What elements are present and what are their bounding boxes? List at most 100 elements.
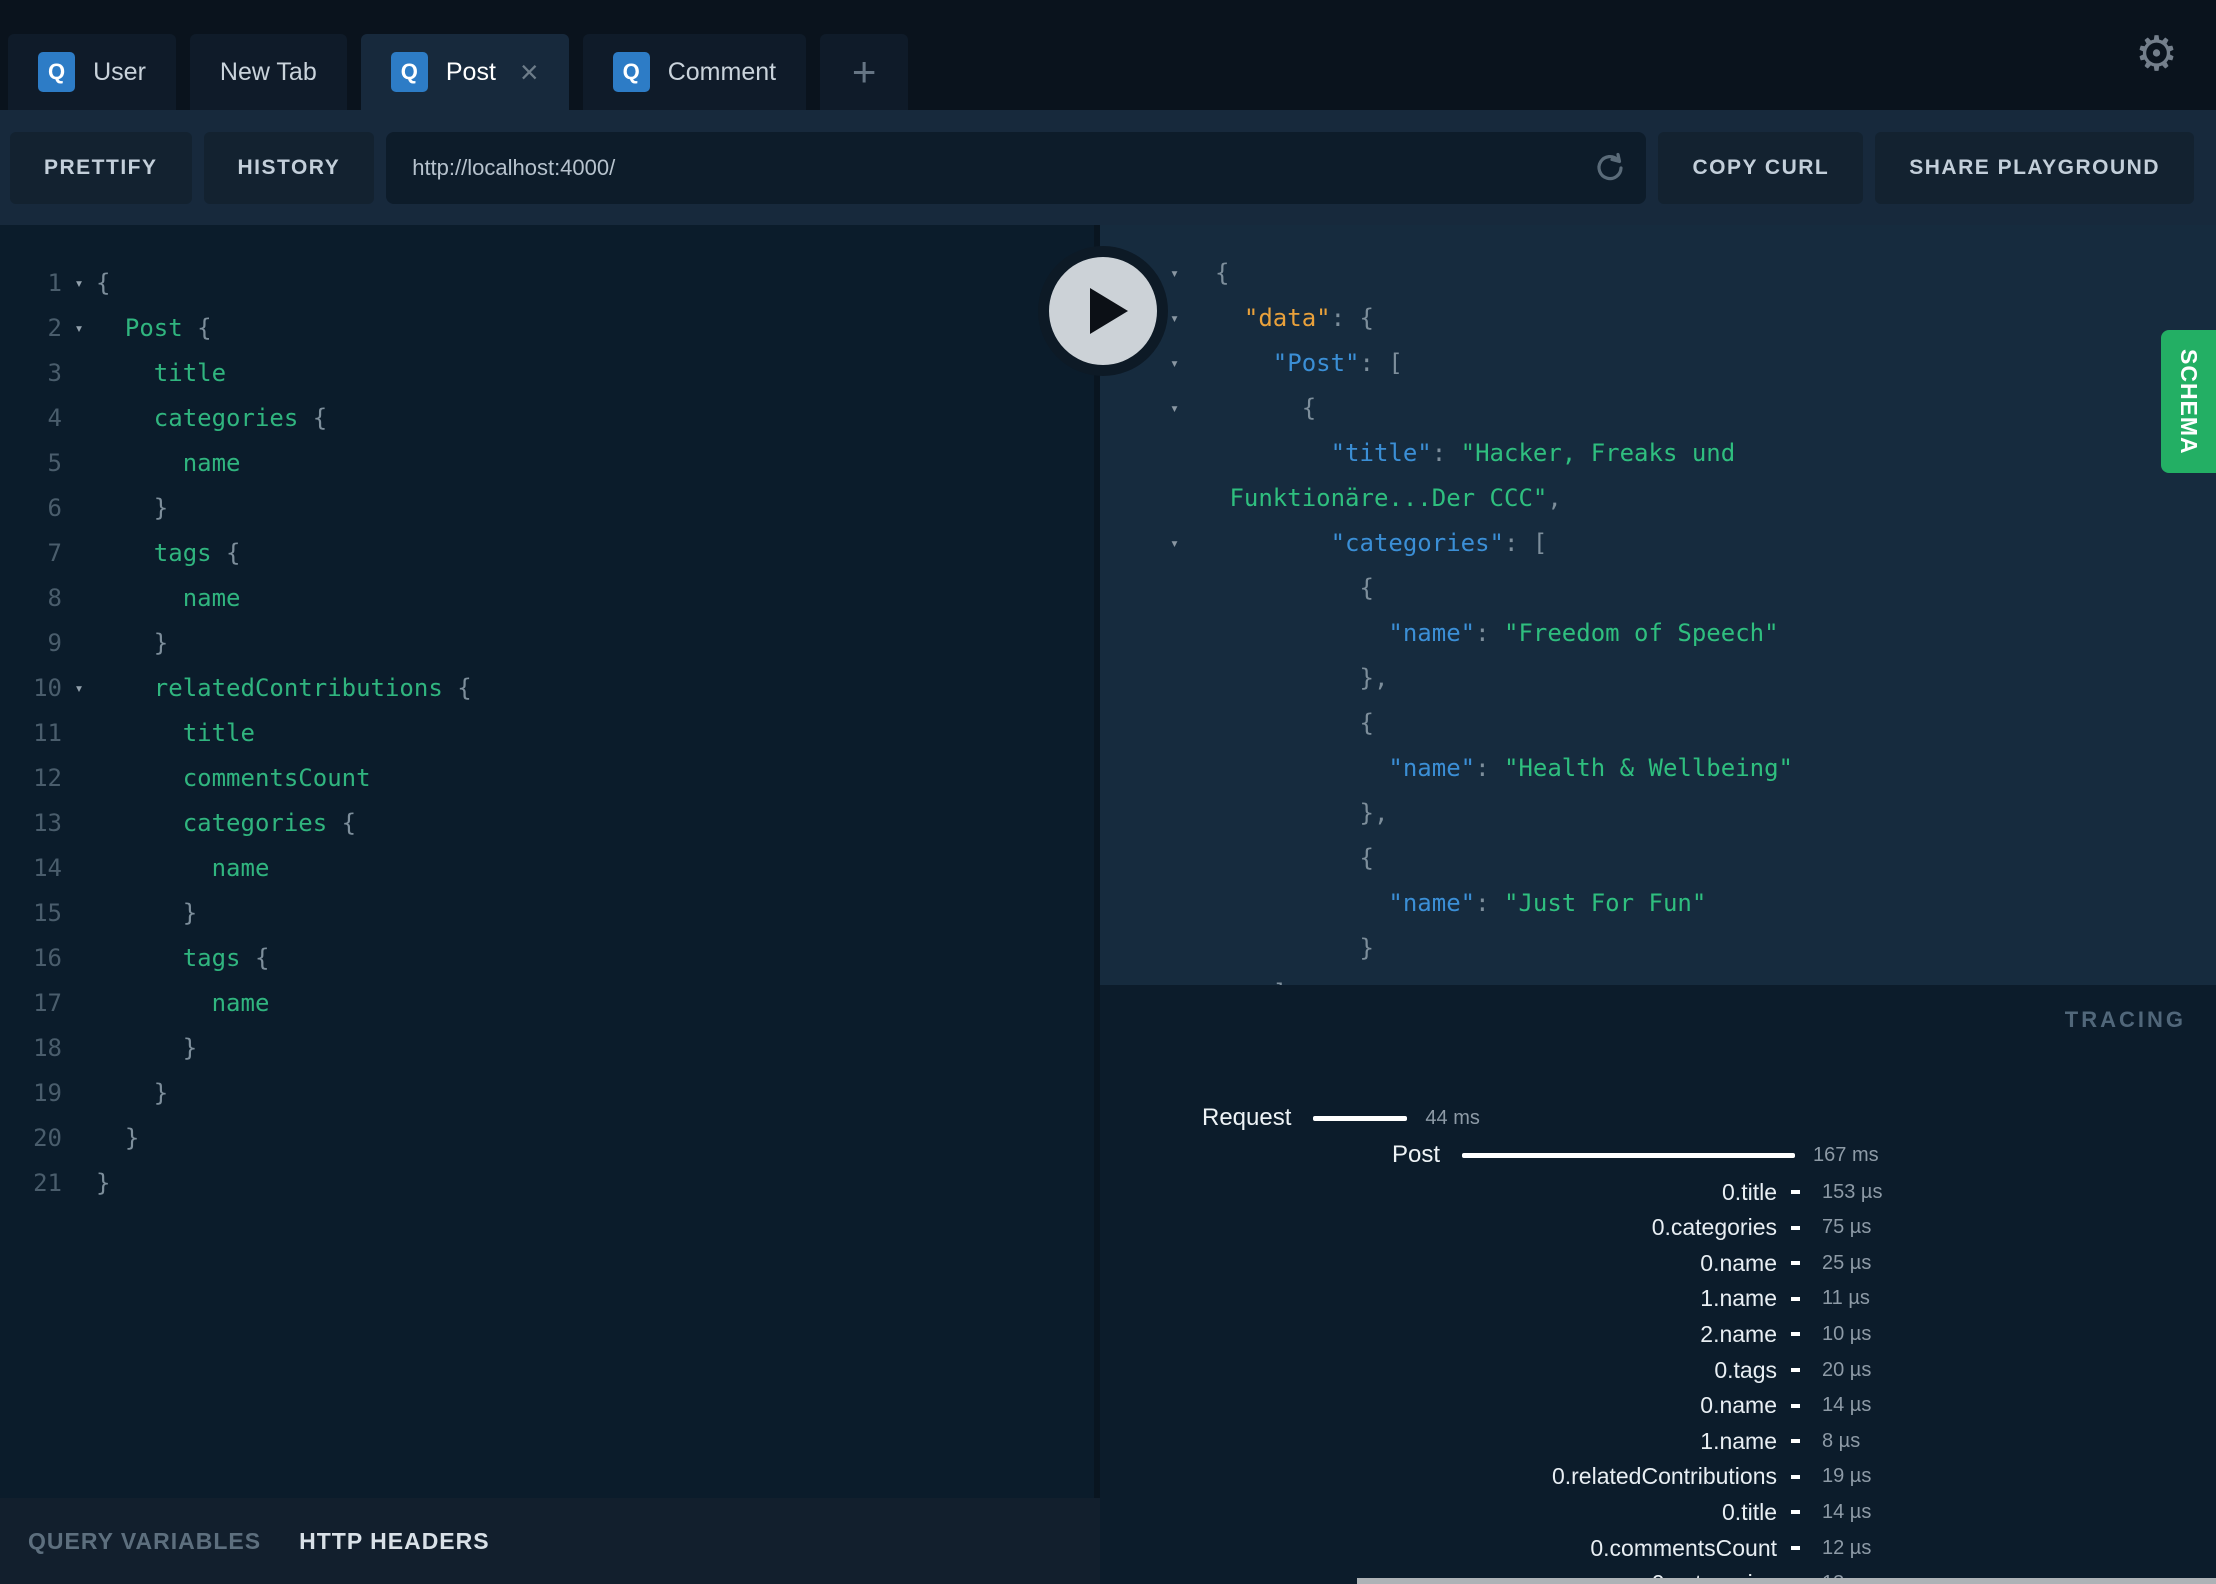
query-editor-code: 1 ▾{2 ▾ Post {3 title 4 categories {5 name 6… (0, 225, 1100, 1206)
collapse-spacer (1100, 971, 1215, 985)
collapse-spacer (1100, 701, 1215, 746)
tab-post[interactable]: Q Post × (360, 34, 569, 110)
tracing-row: 0.categories 75 µs (1217, 1210, 1872, 1246)
code-tokens: commentsCount (96, 756, 371, 801)
token-punct: { (1215, 574, 1374, 602)
tracing-row: 0.title 14 µs (1217, 1494, 1871, 1530)
code-tokens: relatedContributions { (96, 666, 472, 711)
code-tokens: "name": "Just For Fun" (1215, 881, 1706, 926)
line-number: 11 (33, 719, 62, 747)
token-string: "Health & Wellbeing" (1504, 754, 1793, 782)
token-string: Funktionäre...Der CCC" (1229, 484, 1548, 512)
settings-gear-icon[interactable]: ⚙ (2135, 26, 2178, 82)
tracing-span-label: Post (1392, 1141, 1441, 1168)
share-playground-button[interactable]: SHARE PLAYGROUND (1875, 131, 2194, 204)
token-field: Post (124, 314, 183, 342)
toolbar: PRETTIFY HISTORY COPY CURL SHARE PLAYGRO… (0, 110, 2216, 225)
prettify-button[interactable]: PRETTIFY (10, 131, 192, 204)
tracing-row-value: 75 µs (1822, 1216, 1872, 1239)
tab-label: Post (445, 57, 496, 86)
line-number: 21 (33, 1169, 62, 1197)
token-punct: : (1475, 619, 1504, 647)
token-punct (1215, 439, 1331, 467)
schema-side-tab[interactable]: SCHEMA (2161, 330, 2216, 473)
collapse-arrow-icon[interactable]: ▾ (1100, 521, 1215, 566)
token-punct (96, 404, 154, 432)
tracing-row: 1.name 11 µs (1217, 1281, 1870, 1317)
query-code-line: 20 } (0, 1116, 1100, 1161)
query-code-line: 8 name (0, 576, 1100, 621)
tracing-row-dash (1791, 1368, 1800, 1372)
token-field: categories (153, 404, 299, 432)
token-punct (96, 314, 125, 342)
token-punct: { (1215, 844, 1374, 872)
query-code-line: 21} (0, 1161, 1100, 1206)
code-tokens: title (96, 711, 255, 756)
tracing-row-dash (1791, 1332, 1800, 1337)
tracing-title: TRACING (2064, 1007, 2186, 1032)
code-tokens: } (96, 1071, 168, 1116)
token-punct: { (182, 314, 212, 342)
query-code-line: 13 categories { (0, 801, 1100, 846)
code-tokens: categories { (96, 801, 356, 846)
collapse-spacer (1100, 476, 1215, 521)
plus-icon: + (851, 48, 877, 95)
token-key: "name" (1388, 619, 1476, 647)
code-tokens: name (96, 981, 270, 1026)
close-tab-icon[interactable]: × (520, 56, 539, 88)
line-number: 18 (33, 1034, 62, 1062)
http-headers-tab[interactable]: HTTP HEADERS (299, 1528, 490, 1555)
tracing-row-dash (1791, 1190, 1800, 1194)
tracing-row: 0.name 14 µs (1217, 1388, 1871, 1424)
collapse-arrow-icon[interactable]: ▾ (1100, 386, 1215, 431)
query-variables-tab[interactable]: QUERY VARIABLES (28, 1528, 261, 1555)
execute-query-button[interactable] (1038, 246, 1168, 376)
collapse-spacer (1100, 566, 1215, 611)
token-field: commentsCount (182, 764, 371, 792)
token-field: name (182, 584, 241, 612)
code-tokens: name (96, 441, 241, 486)
tab-comment[interactable]: Q Comment (582, 34, 807, 110)
line-number: 16 (33, 944, 62, 972)
token-punct: { (442, 674, 472, 702)
token-punct (96, 674, 154, 702)
line-number: 9 (47, 629, 62, 657)
collapse-spacer (1100, 656, 1215, 701)
endpoint-url-input[interactable] (386, 131, 1647, 204)
tab-new-tab[interactable]: New Tab (189, 34, 347, 110)
query-code-line: 6 } (0, 486, 1100, 531)
query-editor-pane[interactable]: 1 ▾{2 ▾ Post {3 title 4 categories {5 name 6… (0, 225, 1100, 1498)
line-number: 7 (47, 539, 62, 567)
new-tab-button[interactable]: + (820, 34, 909, 110)
tracing-row: 0.tags 20 µs (1217, 1352, 1871, 1388)
history-button[interactable]: HISTORY (203, 131, 375, 204)
fold-arrow-icon[interactable]: ▾ (62, 666, 96, 711)
query-code-line: 3 title (0, 351, 1100, 396)
collapse-spacer (1100, 431, 1215, 476)
tab-user[interactable]: Q User (8, 34, 176, 110)
code-tokens: tags { (96, 531, 241, 576)
tracing-span-value: 44 ms (1425, 1106, 1480, 1129)
reload-schema-icon[interactable] (1592, 150, 1628, 186)
fold-arrow-icon[interactable]: ▾ (62, 306, 96, 351)
horizontal-scrollbar[interactable] (1357, 1578, 2216, 1584)
token-key: "Post" (1272, 349, 1360, 377)
fold-arrow-icon[interactable]: ▾ (62, 261, 96, 306)
tracing-row-dash (1791, 1510, 1800, 1515)
token-punct (96, 989, 212, 1017)
play-icon (1090, 288, 1128, 334)
copy-curl-button[interactable]: COPY CURL (1658, 131, 1864, 204)
response-code-line: ▾ { (1100, 386, 2216, 431)
tracing-row-label: 0.name (1700, 1249, 1777, 1276)
query-code-line: 9 } (0, 621, 1100, 666)
code-tokens: { (1215, 251, 1229, 296)
token-punct: }, (1215, 799, 1389, 827)
tracing-row-label: 0.categories (1651, 1214, 1777, 1241)
code-tokens: "data": { (1215, 296, 1374, 341)
